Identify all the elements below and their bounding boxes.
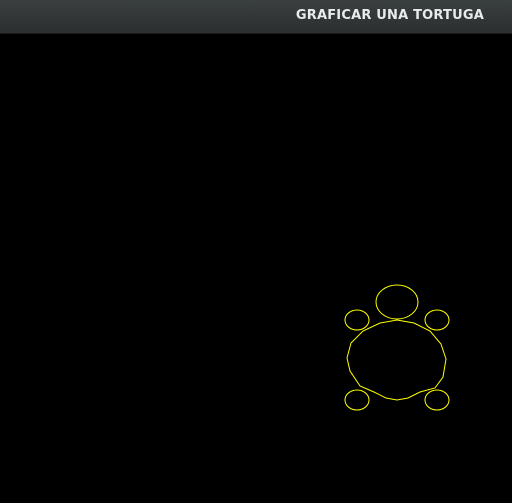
turtle-shell bbox=[346, 319, 447, 401]
drawing-canvas bbox=[0, 34, 512, 503]
turtle-drawing bbox=[344, 284, 450, 411]
app-window: GRAFICAR UNA TORTUGA bbox=[0, 0, 512, 503]
turtle-leg-back-right bbox=[424, 389, 450, 411]
title-bar[interactable]: GRAFICAR UNA TORTUGA bbox=[0, 0, 512, 34]
window-title: GRAFICAR UNA TORTUGA bbox=[295, 8, 484, 23]
turtle-leg-front-left bbox=[344, 309, 370, 331]
turtle-leg-front-right bbox=[424, 309, 450, 331]
turtle-head bbox=[375, 284, 419, 320]
turtle-leg-back-left bbox=[344, 389, 370, 411]
